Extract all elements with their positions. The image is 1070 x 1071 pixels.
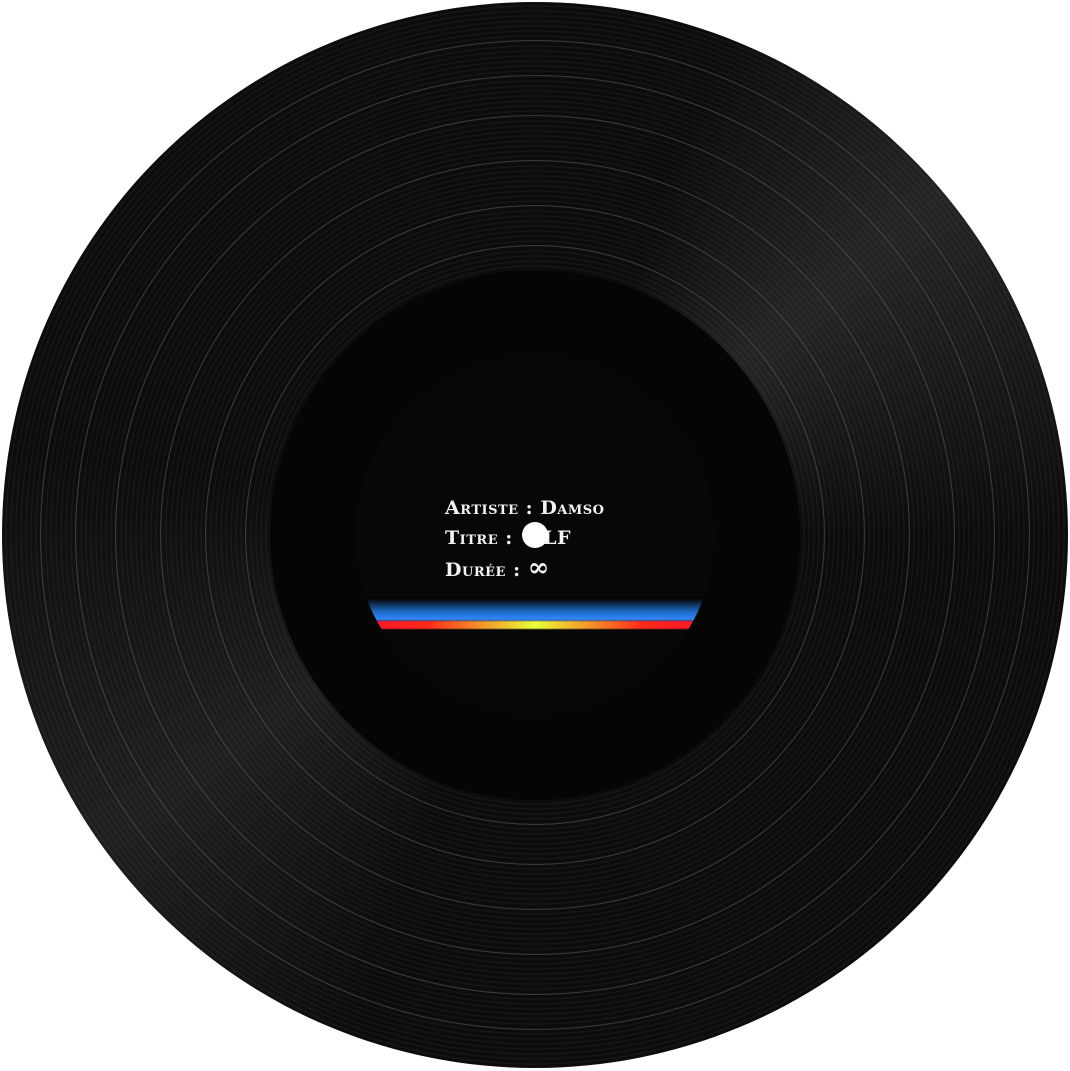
duration-line: Durée : ∞ xyxy=(445,553,604,585)
spindle-hole xyxy=(522,522,548,548)
separator: : xyxy=(505,527,513,549)
separator: : xyxy=(513,559,521,581)
duration-key: Durée xyxy=(445,559,506,581)
separator: : xyxy=(525,497,534,519)
red-horizon-band xyxy=(355,621,715,629)
artist-value: Damso xyxy=(540,497,605,519)
duration-value: ∞ xyxy=(527,553,550,583)
artist-line: Artiste : Damso xyxy=(445,493,604,523)
blue-horizon-band xyxy=(355,599,715,621)
artist-key: Artiste xyxy=(445,497,519,519)
title-key: Titre xyxy=(445,527,499,549)
